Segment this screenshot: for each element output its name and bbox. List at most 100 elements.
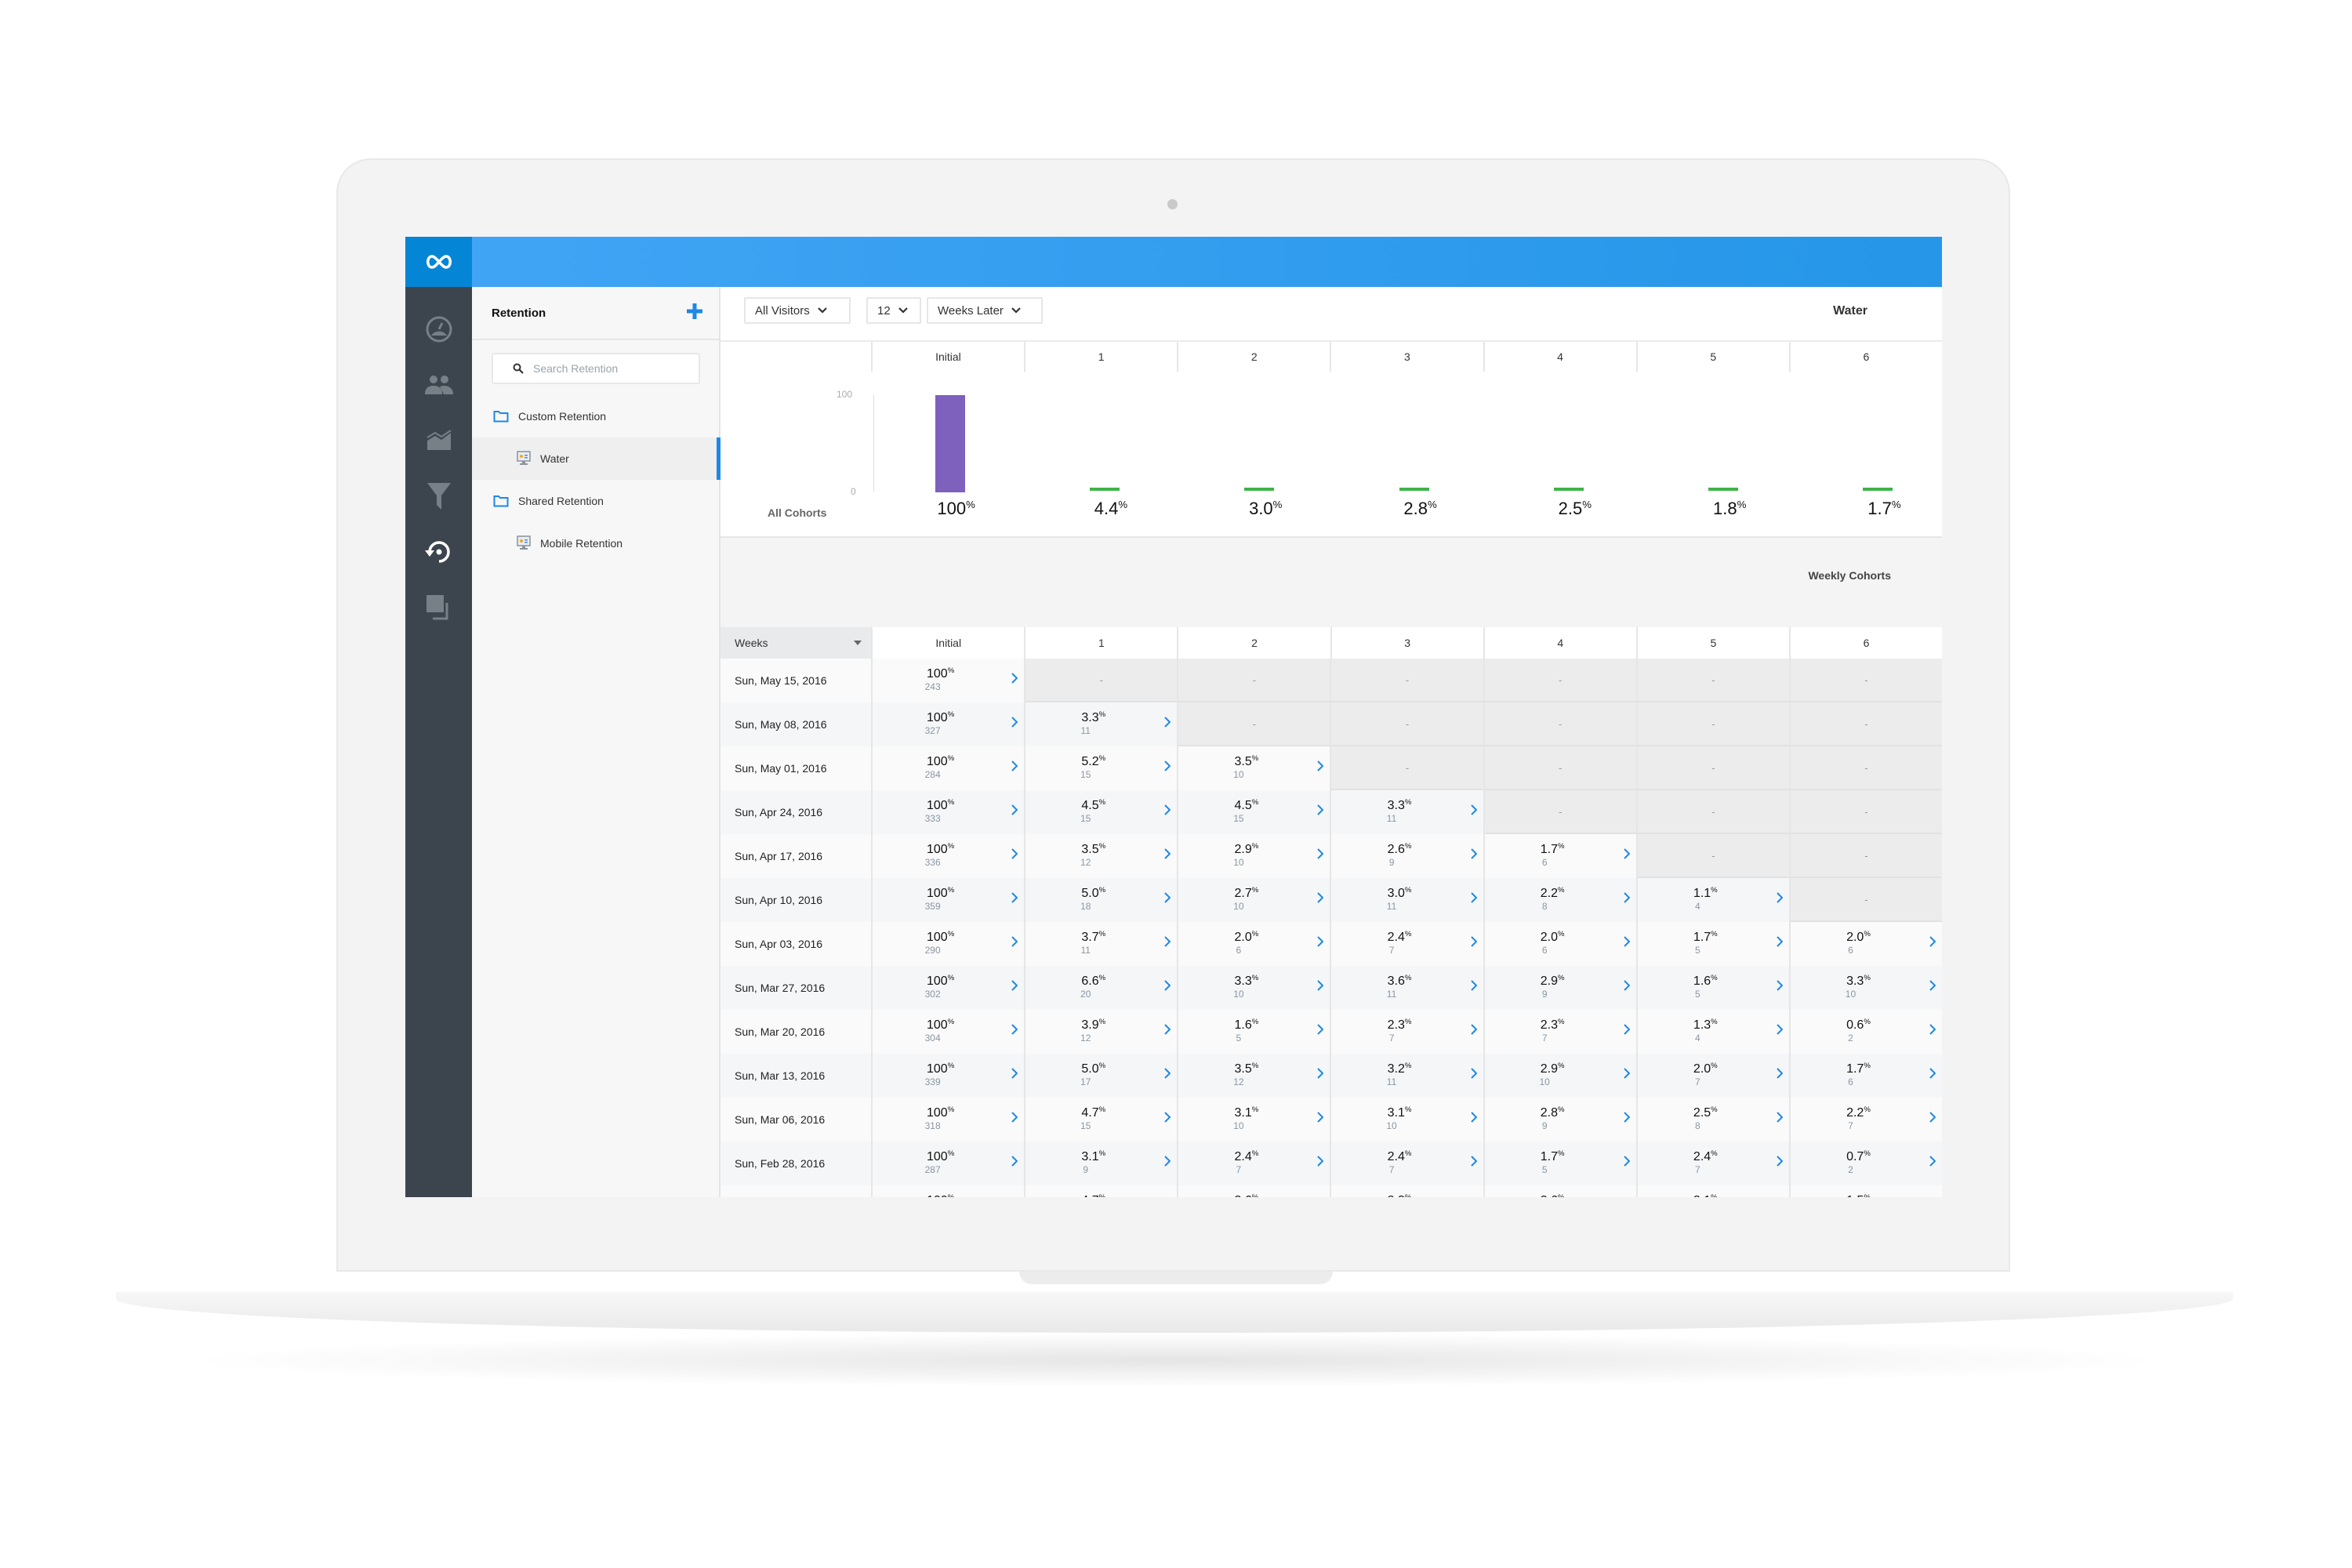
chevron-right-icon[interactable] — [1317, 892, 1324, 907]
cohort-cell[interactable]: 2.4% 7 — [1330, 922, 1483, 966]
chevron-right-icon[interactable] — [1624, 936, 1631, 951]
cohort-cell[interactable]: 2.2% 7 — [1788, 1098, 1942, 1142]
cohort-cell[interactable]: 2.5% 8 — [1635, 1098, 1789, 1142]
cohort-cell[interactable]: 3.6%14 — [1483, 1185, 1636, 1197]
cohort-cell[interactable]: 1.7% 5 — [1483, 1142, 1636, 1185]
chevron-right-icon[interactable] — [1011, 760, 1018, 775]
chevron-right-icon[interactable] — [1164, 892, 1171, 907]
cohort-cell[interactable]: 2.0% 6 — [1483, 922, 1636, 966]
app-logo[interactable] — [405, 237, 472, 287]
cohort-cell[interactable]: 100%380 — [871, 1185, 1025, 1197]
cohort-cell[interactable]: 2.4% 7 — [1177, 1142, 1330, 1185]
chevron-right-icon[interactable] — [1011, 804, 1018, 819]
cohort-cell[interactable]: 2.4% 7 — [1330, 1142, 1483, 1185]
chevron-right-icon[interactable] — [1470, 980, 1478, 995]
cohort-cell[interactable]: 3.1% 10 — [1330, 1098, 1483, 1142]
cohort-cell[interactable]: 4.7%18 — [1024, 1185, 1178, 1197]
chevron-right-icon[interactable] — [1470, 848, 1478, 863]
cohort-cell[interactable]: 1.6% 5 — [1635, 966, 1789, 1010]
tree-item-mobile-retention[interactable]: Mobile Retention — [472, 522, 719, 564]
chevron-right-icon[interactable] — [1317, 936, 1324, 951]
count-dropdown[interactable]: 12 — [866, 297, 921, 324]
chevron-right-icon[interactable] — [1929, 1024, 1936, 1039]
chevron-right-icon[interactable] — [1470, 1112, 1478, 1127]
chevron-right-icon[interactable] — [1929, 936, 1936, 951]
chevron-right-icon[interactable] — [1777, 1024, 1784, 1039]
cohort-cell[interactable]: 100% 327 — [871, 702, 1025, 746]
cohort-cell[interactable]: 2.6% 9 — [1330, 834, 1483, 878]
chevron-right-icon[interactable] — [1624, 1024, 1631, 1039]
cohort-cell[interactable]: 100% 339 — [871, 1054, 1025, 1098]
chevron-right-icon[interactable] — [1317, 980, 1324, 995]
cohort-cell[interactable]: 3.5% 12 — [1177, 1054, 1330, 1098]
cohort-cell[interactable]: 100% 333 — [871, 790, 1025, 834]
chevron-right-icon[interactable] — [1317, 1024, 1324, 1039]
cohort-cell[interactable]: 0.7% 2 — [1788, 1142, 1942, 1185]
chevron-right-icon[interactable] — [1011, 1112, 1018, 1127]
chevron-right-icon[interactable] — [1164, 848, 1171, 863]
cohort-cell[interactable]: 5.2% 15 — [1024, 746, 1178, 790]
period-dropdown[interactable]: Weeks Later — [927, 297, 1043, 324]
chevron-right-icon[interactable] — [1317, 1068, 1324, 1083]
cohort-cell[interactable]: 2.0% 7 — [1635, 1054, 1789, 1098]
cohort-cell[interactable]: 3.3% 10 — [1177, 966, 1330, 1010]
chevron-right-icon[interactable] — [1011, 980, 1018, 995]
rail-item-dashboard[interactable] — [423, 313, 456, 346]
cohort-cell[interactable]: 2.9% 10 — [1177, 834, 1330, 878]
chevron-right-icon[interactable] — [1164, 936, 1171, 951]
chevron-right-icon[interactable] — [1777, 1112, 1784, 1127]
cohort-cell[interactable]: 100% 304 — [871, 1010, 1025, 1054]
chevron-right-icon[interactable] — [1011, 717, 1018, 731]
cohort-cell[interactable]: 100% 336 — [871, 834, 1025, 878]
chevron-right-icon[interactable] — [1929, 980, 1936, 995]
chevron-right-icon[interactable] — [1624, 1068, 1631, 1083]
cohort-cell[interactable]: 5.0% 17 — [1024, 1054, 1178, 1098]
chevron-right-icon[interactable] — [1317, 1112, 1324, 1127]
chevron-right-icon[interactable] — [1011, 936, 1018, 951]
cohort-cell[interactable]: 4.5% 15 — [1177, 790, 1330, 834]
rail-item-funnels[interactable] — [423, 480, 456, 513]
chevron-right-icon[interactable] — [1624, 892, 1631, 907]
cohort-cell[interactable]: 100% 284 — [871, 746, 1025, 790]
cohort-cell[interactable]: 100% 359 — [871, 878, 1025, 922]
chevron-right-icon[interactable] — [1011, 1024, 1018, 1039]
cohort-cell[interactable]: 100% 243 — [871, 659, 1025, 702]
cohort-cell[interactable]: 4.7% 15 — [1024, 1098, 1178, 1142]
cohort-cell[interactable]: 0.6% 2 — [1788, 1010, 1942, 1054]
cohort-cell[interactable]: 4.5% 15 — [1024, 790, 1178, 834]
weeks-sort-header[interactable]: Weeks — [720, 627, 872, 659]
cohort-cell[interactable]: 1.7% 6 — [1483, 834, 1636, 878]
chevron-right-icon[interactable] — [1777, 892, 1784, 907]
cohort-cell[interactable]: 3.9% 12 — [1024, 1010, 1178, 1054]
cohort-cell[interactable]: 3.6%14 — [1177, 1185, 1330, 1197]
cohort-cell[interactable]: 3.1% 10 — [1177, 1098, 1330, 1142]
cohort-cell[interactable]: 2.3% 7 — [1483, 1010, 1636, 1054]
tree-folder-custom-retention[interactable]: Custom Retention — [472, 395, 719, 437]
chevron-right-icon[interactable] — [1777, 980, 1784, 995]
cohort-cell[interactable]: 2.8% 9 — [1483, 1098, 1636, 1142]
cohort-cell[interactable]: 1.5%6 — [1788, 1185, 1942, 1197]
chevron-right-icon[interactable] — [1624, 980, 1631, 995]
chevron-right-icon[interactable] — [1470, 1024, 1478, 1039]
chevron-right-icon[interactable] — [1777, 1068, 1784, 1083]
cohort-cell[interactable]: 3.0% 11 — [1330, 878, 1483, 922]
chevron-right-icon[interactable] — [1164, 1068, 1171, 1083]
cohort-cell[interactable]: 3.2% 11 — [1330, 1054, 1483, 1098]
search-input[interactable]: Search Retention — [492, 353, 700, 384]
cohort-cell[interactable]: 100% 290 — [871, 922, 1025, 966]
cohort-cell[interactable]: 2.7% 10 — [1177, 878, 1330, 922]
rail-item-trends[interactable] — [423, 424, 456, 457]
cohort-cell[interactable]: 2.9% 9 — [1483, 966, 1636, 1010]
cohort-cell[interactable]: 100% 318 — [871, 1098, 1025, 1142]
chevron-right-icon[interactable] — [1470, 892, 1478, 907]
cohort-cell[interactable]: 1.7% 6 — [1788, 1054, 1942, 1098]
chevron-right-icon[interactable] — [1164, 980, 1171, 995]
cohort-cell[interactable]: 2.0% 6 — [1177, 922, 1330, 966]
chevron-right-icon[interactable] — [1470, 936, 1478, 951]
tree-folder-shared-retention[interactable]: Shared Retention — [472, 480, 719, 522]
chevron-right-icon[interactable] — [1624, 848, 1631, 863]
chevron-right-icon[interactable] — [1011, 848, 1018, 863]
tree-item-water[interactable]: Water — [472, 437, 720, 480]
rail-item-people[interactable] — [423, 368, 456, 401]
cohort-cell[interactable]: 3.3% 10 — [1788, 966, 1942, 1010]
